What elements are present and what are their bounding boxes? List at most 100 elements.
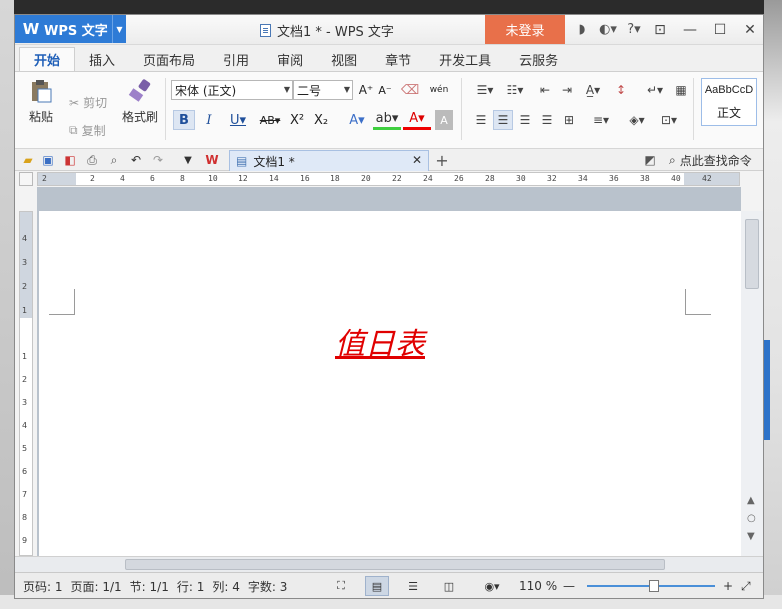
app-menu-caret-icon[interactable]: ▼	[112, 15, 126, 43]
cut-button[interactable]: ✂ 剪切	[69, 94, 107, 111]
sort-icon[interactable]: ↕	[611, 80, 631, 100]
minimize-button[interactable]: —	[675, 15, 705, 44]
tab-review[interactable]: 审阅	[263, 47, 317, 71]
fit-page-icon[interactable]: ⤢	[741, 579, 751, 594]
customize-caret-icon[interactable]: ▼	[179, 151, 197, 169]
align-left-icon[interactable]: ☰	[471, 110, 491, 130]
font-color-button[interactable]: A▾	[403, 110, 431, 130]
undo-icon[interactable]: ↶	[127, 151, 145, 169]
ruler-toggle[interactable]	[19, 172, 33, 186]
border-icon[interactable]: ⊡▾	[655, 110, 683, 130]
text-direction-icon[interactable]: A̲▾	[579, 80, 607, 100]
bullet-list-icon[interactable]: ☰▾	[471, 80, 499, 100]
search-icon: ⌕	[669, 153, 676, 167]
select-browse-icon[interactable]: ○	[747, 513, 756, 524]
paste-button[interactable]: 粘贴	[21, 78, 61, 125]
fullscreen-view-icon[interactable]: ⛶	[329, 576, 353, 596]
line-spacing-icon[interactable]: ≡▾	[587, 110, 615, 130]
phonetic-guide-icon[interactable]: wén	[425, 80, 453, 100]
next-page-icon[interactable]: ▼	[747, 531, 755, 542]
subscript-button[interactable]: X₂	[311, 110, 331, 130]
feedback-icon[interactable]: ◐▾	[597, 19, 619, 41]
print-icon[interactable]: ⎙	[83, 151, 101, 169]
restore-layout-icon[interactable]: ⊡	[645, 15, 675, 44]
tab-page-layout[interactable]: 页面布局	[129, 47, 209, 71]
horizontal-ruler[interactable]: 2 2 4 6 8 10 12 14 16 18 20 22 24 26 28 …	[37, 172, 740, 186]
save-icon[interactable]: ▣	[39, 151, 57, 169]
zoom-level[interactable]: 110 %	[519, 579, 557, 593]
tab-section[interactable]: 章节	[371, 47, 425, 71]
protect-view-icon[interactable]: ◉▾	[475, 576, 509, 596]
export-pdf-icon[interactable]: ◧	[61, 151, 79, 169]
cut-label: 剪切	[83, 96, 108, 110]
skin-icon[interactable]: ◗	[571, 19, 593, 41]
close-tab-icon[interactable]: ✕	[412, 153, 422, 167]
copy-button[interactable]: ⧉ 复制	[69, 122, 106, 139]
superscript-button[interactable]: X²	[287, 110, 307, 130]
status-bar: 页码: 1 页面: 1/1 节: 1/1 行: 1 列: 4 字数: 3 ⛶ ▤…	[15, 572, 763, 598]
maximize-button[interactable]: ☐	[705, 15, 735, 44]
help-icon[interactable]: ?▾	[623, 19, 645, 41]
redo-icon[interactable]: ↷	[149, 151, 167, 169]
web-view-icon[interactable]: ◫	[437, 576, 461, 596]
bold-button[interactable]: B	[173, 110, 195, 130]
decrease-indent-icon[interactable]: ⇤	[535, 80, 555, 100]
underline-button[interactable]: U▾	[223, 110, 253, 130]
wps-home-icon[interactable]: W	[203, 151, 221, 169]
page-view-icon[interactable]: ▤	[365, 576, 389, 596]
font-size-value: 二号	[297, 83, 322, 98]
print-preview-icon[interactable]: ⌕	[105, 151, 123, 169]
horizontal-scrollbar[interactable]	[15, 556, 763, 572]
document-tab[interactable]: ▤ 文档1 * ✕	[229, 150, 429, 171]
collapse-ribbon-icon[interactable]: ◩	[641, 151, 659, 169]
ruler-tick: 2	[22, 375, 28, 384]
login-button[interactable]: 未登录	[485, 15, 565, 44]
zoom-in-icon[interactable]: +	[723, 579, 733, 593]
shading-icon[interactable]: ◈▾	[623, 110, 651, 130]
zoom-out-icon[interactable]: —	[563, 579, 575, 593]
vertical-scrollbar[interactable]: ▲ ○ ▼	[741, 211, 763, 556]
char-shading-button[interactable]: A	[435, 110, 453, 130]
ruler-tick: 2	[22, 282, 28, 291]
shrink-font-icon[interactable]: A⁻	[377, 80, 393, 100]
clear-format-icon[interactable]: ⌫	[401, 80, 419, 100]
tab-developer[interactable]: 开发工具	[425, 47, 505, 71]
document-heading[interactable]: 值日表	[335, 319, 425, 363]
increase-indent-icon[interactable]: ⇥	[557, 80, 577, 100]
italic-button[interactable]: I	[198, 110, 220, 130]
zoom-slider[interactable]	[587, 580, 715, 592]
vertical-scroll-thumb[interactable]	[745, 219, 759, 289]
close-button[interactable]: ✕	[735, 15, 763, 44]
table-grid-icon[interactable]: ▦	[671, 80, 691, 100]
show-marks-icon[interactable]: ↵▾	[641, 80, 669, 100]
align-center-icon[interactable]: ☰	[493, 110, 513, 130]
status-word-count[interactable]: 字数: 3	[248, 578, 288, 595]
tab-view[interactable]: 视图	[317, 47, 371, 71]
style-normal[interactable]: AaBbCcD 正文	[701, 78, 757, 126]
tab-references[interactable]: 引用	[209, 47, 263, 71]
zoom-slider-knob[interactable]	[649, 580, 659, 592]
tab-home[interactable]: 开始	[19, 47, 76, 71]
font-name-select[interactable]: 宋体 (正文) ▼	[171, 80, 293, 100]
find-command-box[interactable]: ⌕ 点此查找命令	[669, 152, 752, 169]
highlight-button[interactable]: ab▾	[373, 110, 401, 130]
numbered-list-icon[interactable]: ☷▾	[501, 80, 529, 100]
font-size-select[interactable]: 二号 ▼	[293, 80, 353, 100]
app-menu-button[interactable]: W WPS 文字 ▼	[15, 15, 126, 43]
format-painter-button[interactable]: 格式刷	[117, 78, 163, 125]
align-right-icon[interactable]: ☰	[515, 110, 535, 130]
new-tab-icon[interactable]: +	[433, 151, 451, 170]
strikethrough-button[interactable]: AB▾	[255, 110, 285, 130]
distributed-icon[interactable]: ⊞	[559, 110, 579, 130]
open-folder-icon[interactable]: ▰	[19, 151, 37, 169]
horizontal-scroll-thumb[interactable]	[125, 559, 665, 570]
vertical-ruler[interactable]: 4 3 2 1 1 2 3 4 5 6 7 8 9	[19, 211, 33, 556]
justify-icon[interactable]: ☰	[537, 110, 557, 130]
text-effect-button[interactable]: A▾	[343, 110, 371, 130]
document-page[interactable]: 值日表	[39, 211, 741, 556]
tab-insert[interactable]: 插入	[75, 47, 129, 71]
prev-page-icon[interactable]: ▲	[747, 495, 755, 506]
grow-font-icon[interactable]: A⁺	[358, 80, 374, 100]
outline-view-icon[interactable]: ☰	[401, 576, 425, 596]
tab-cloud[interactable]: 云服务	[505, 47, 572, 71]
